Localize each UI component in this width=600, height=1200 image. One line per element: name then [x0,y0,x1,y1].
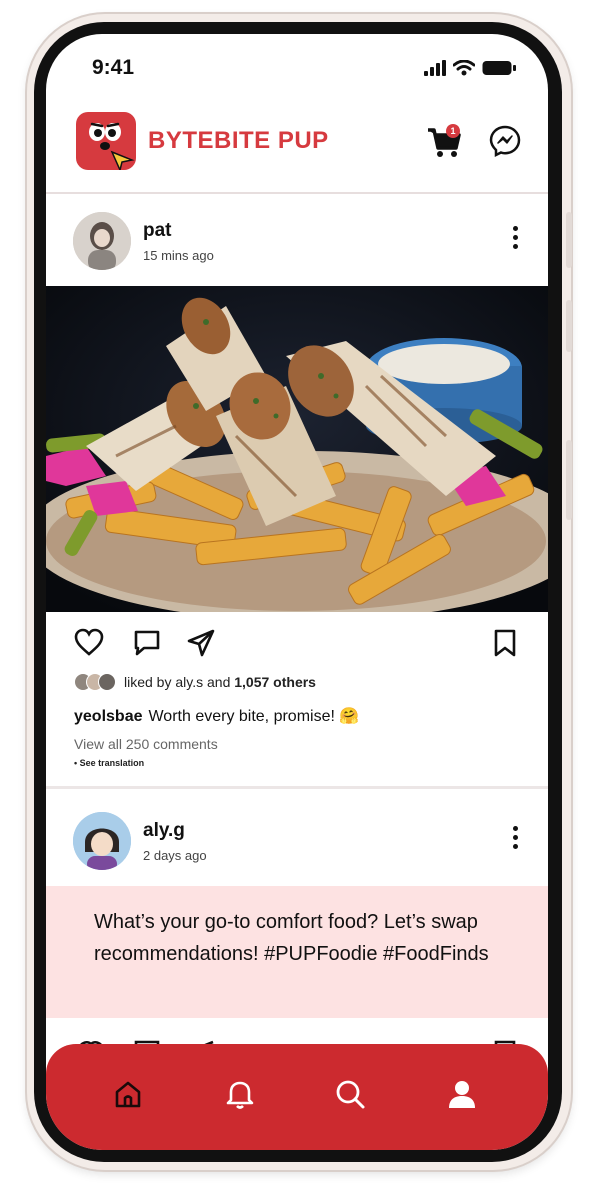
status-time: 9:41 [92,56,135,79]
profile-icon [449,1081,475,1108]
messenger-icon[interactable] [488,124,522,158]
shawarma-photo [46,286,548,612]
likes-text: liked by aly.s and 1,057 others [124,674,316,690]
caption-username[interactable]: yeolsbae [74,708,142,725]
nav-profile[interactable] [442,1074,482,1114]
nav-search[interactable] [330,1074,370,1114]
heart-icon[interactable] [74,628,104,656]
status-bar: 9:41 [46,34,548,94]
post-header: pat 15 mins ago [46,198,548,286]
post-time: 2 days ago [143,848,207,863]
post-actions [46,612,548,672]
bell-icon [226,1081,254,1109]
likes-row[interactable]: liked by aly.s and 1,057 others [74,670,316,694]
signal-icon [424,60,446,76]
more-options-icon[interactable] [508,826,522,860]
home-icon [115,1081,141,1108]
comment-icon[interactable] [132,628,162,658]
post-image[interactable] [46,286,548,612]
user-photo [73,212,131,270]
text-post-body: What’s your go-to comfort food? Let’s sw… [46,886,548,1018]
nav-home[interactable] [108,1074,148,1114]
power-button [566,440,572,520]
see-translation-link[interactable]: • See translation [74,758,144,768]
avatar[interactable] [73,812,131,870]
post-divider [46,786,548,789]
view-comments-link[interactable]: View all 250 comments [74,736,218,752]
bottom-nav [46,1044,548,1150]
post-header: aly.g 2 days ago [46,798,548,886]
more-options-icon[interactable] [508,226,522,260]
post-caption: yeolsbae Worth every bite, promise! 🤗 [74,706,359,726]
brand-name: BYTEBITE PUP [148,127,329,154]
post-time: 15 mins ago [143,248,214,263]
volume-button [566,300,572,352]
cart-count-badge: 1 [446,124,460,138]
user-photo [73,812,131,870]
search-icon [336,1080,365,1109]
nav-notifications[interactable] [220,1074,260,1114]
battery-icon [482,61,516,75]
caption-text: Worth every bite, promise! 🤗 [148,708,360,725]
volume-button [566,212,572,268]
avatar[interactable] [73,212,131,270]
post-username[interactable]: pat [143,220,172,242]
phone-screen: 9:41 BYTEBITE PUP 1 pat 15 mins ago like… [46,34,548,1150]
status-icons [424,60,516,76]
app-header: BYTEBITE PUP 1 [46,94,548,194]
liker-avatar [98,673,116,691]
bookmark-icon[interactable] [492,628,518,658]
dog-logo-icon [89,122,135,173]
share-icon[interactable] [186,628,216,658]
wifi-icon [453,60,475,76]
app-logo[interactable] [76,112,136,173]
post-username[interactable]: aly.g [143,820,185,842]
